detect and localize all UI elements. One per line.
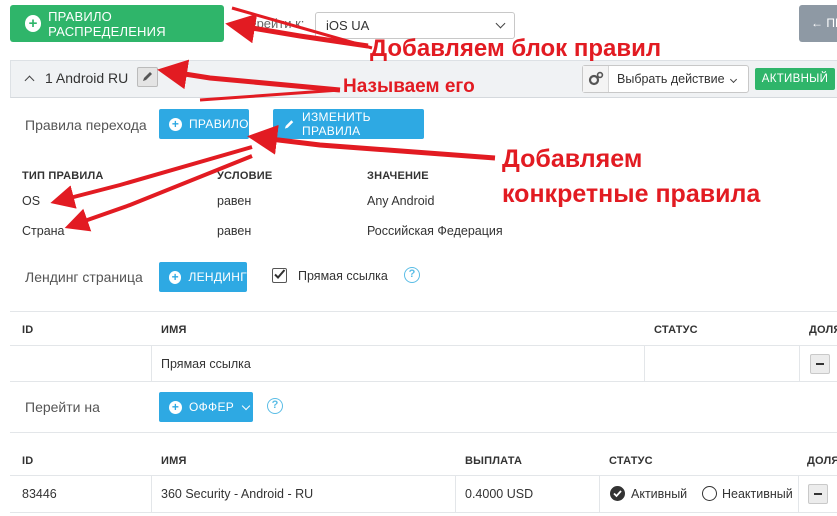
add-offer-button[interactable]: + ОФФЕР	[159, 392, 253, 422]
edit-rules-button[interactable]: ИЗМЕНИТЬ ПРАВИЛА	[273, 109, 424, 139]
add-landing-label: ЛЕНДИНГ	[188, 270, 247, 284]
add-distribution-rule-label: ПРАВИЛО РАСПРЕДЕЛЕНИЯ	[48, 8, 166, 39]
remove-landing-button[interactable]	[810, 354, 830, 374]
back-button[interactable]: ← ПЕ	[799, 5, 837, 42]
help-icon[interactable]: ?	[404, 267, 420, 283]
rule-block-title: 1 Android RU	[45, 70, 129, 86]
rule-row-0-type: OS	[22, 194, 41, 208]
offer-header-payout: ВЫПЛАТА	[465, 455, 523, 467]
direct-link-label: Прямая ссылка	[298, 269, 388, 283]
plus-circle-icon: +	[169, 400, 182, 414]
help-icon[interactable]: ?	[267, 398, 283, 414]
landing-page-label: Лендинг страница	[25, 269, 143, 285]
goto-select-value: iOS UA	[326, 18, 370, 33]
status-inactive-label: Неактивный	[722, 487, 793, 501]
plus-circle-icon: +	[169, 270, 182, 284]
transition-rules-label: Правила перехода	[25, 117, 147, 133]
arrow-to-country	[64, 154, 253, 232]
add-offer-label: ОФФЕР	[189, 400, 235, 414]
goto-label: Перейти к:	[240, 16, 305, 31]
add-landing-button[interactable]: + ЛЕНДИНГ	[159, 262, 247, 292]
landing-header-name: ИМЯ	[161, 324, 187, 336]
chevron-down-icon	[241, 401, 251, 410]
goto-offer-label: Перейти на	[25, 399, 100, 415]
rule-row-0-condition: равен	[217, 194, 252, 208]
landing-header-id: ID	[22, 324, 34, 336]
divider	[10, 432, 837, 433]
offer-header-status: СТАТУС	[609, 455, 653, 467]
add-rule-button[interactable]: + ПРАВИЛО	[159, 109, 249, 139]
landing-header-status: СТАТУС	[654, 324, 698, 336]
plus-circle-icon: +	[169, 117, 182, 131]
pencil-icon	[284, 120, 294, 129]
offer-row-0-payout: 0.4000 USD	[465, 487, 534, 501]
chevron-down-icon	[495, 18, 506, 29]
offer-header-share: ДОЛЯ	[807, 455, 837, 467]
gears-icon	[588, 71, 604, 86]
status-badge-active[interactable]: АКТИВНЫЙ	[755, 68, 835, 90]
rule-row-1-condition: равен	[217, 224, 252, 238]
annotation-add-rules-2: конкретные правила	[502, 180, 761, 208]
landing-header-share: ДОЛЯ	[809, 324, 837, 336]
offer-row-0-name: 360 Security - Android - RU	[161, 487, 314, 501]
rules-header-value: ЗНАЧЕНИЕ	[367, 170, 429, 182]
rules-header-type: ТИП ПРАВИЛА	[22, 170, 104, 182]
landing-row-0-name: Прямая ссылка	[161, 357, 251, 371]
status-radio-inactive[interactable]	[702, 486, 717, 501]
annotation-add-block: Добавляем блок правил	[370, 35, 662, 62]
offer-header-name: ИМЯ	[161, 455, 187, 467]
status-badge-label: АКТИВНЫЙ	[761, 73, 829, 85]
edit-title-button[interactable]	[137, 67, 158, 87]
gears-icon-box	[583, 66, 609, 92]
pencil-icon	[143, 72, 152, 81]
add-rule-label: ПРАВИЛО	[189, 117, 249, 131]
add-distribution-rule-button[interactable]: + ПРАВИЛО РАСПРЕДЕЛЕНИЯ	[10, 5, 224, 42]
chevron-down-icon	[729, 75, 738, 84]
plus-circle-icon: +	[25, 15, 42, 32]
offer-header-id: ID	[22, 455, 34, 467]
table-row	[10, 345, 837, 382]
rule-row-1-type: Страна	[22, 224, 65, 238]
checkmark-icon	[613, 490, 622, 498]
status-radio-active[interactable]	[610, 486, 625, 501]
rules-header-condition: УСЛОВИЕ	[217, 170, 273, 182]
offer-row-0-id: 83446	[22, 487, 57, 501]
annotation-add-rules-1: Добавляем	[502, 145, 643, 173]
divider	[10, 311, 837, 312]
back-button-label: ← ПЕ	[811, 16, 837, 30]
checkmark-icon	[274, 269, 286, 279]
direct-link-checkbox[interactable]	[272, 268, 287, 283]
action-select-value: Выбрать действие	[617, 72, 725, 86]
rule-row-0-value: Any Android	[367, 194, 435, 208]
remove-offer-button[interactable]	[808, 484, 828, 504]
action-select[interactable]: Выбрать действие	[582, 65, 749, 93]
annotation-name-it: Называем его	[343, 76, 475, 97]
edit-rules-label: ИЗМЕНИТЬ ПРАВИЛА	[302, 110, 371, 138]
status-active-label: Активный	[631, 487, 688, 501]
arrow-to-rule-button	[247, 124, 496, 161]
rule-row-1-value: Российская Федерация	[367, 224, 503, 238]
